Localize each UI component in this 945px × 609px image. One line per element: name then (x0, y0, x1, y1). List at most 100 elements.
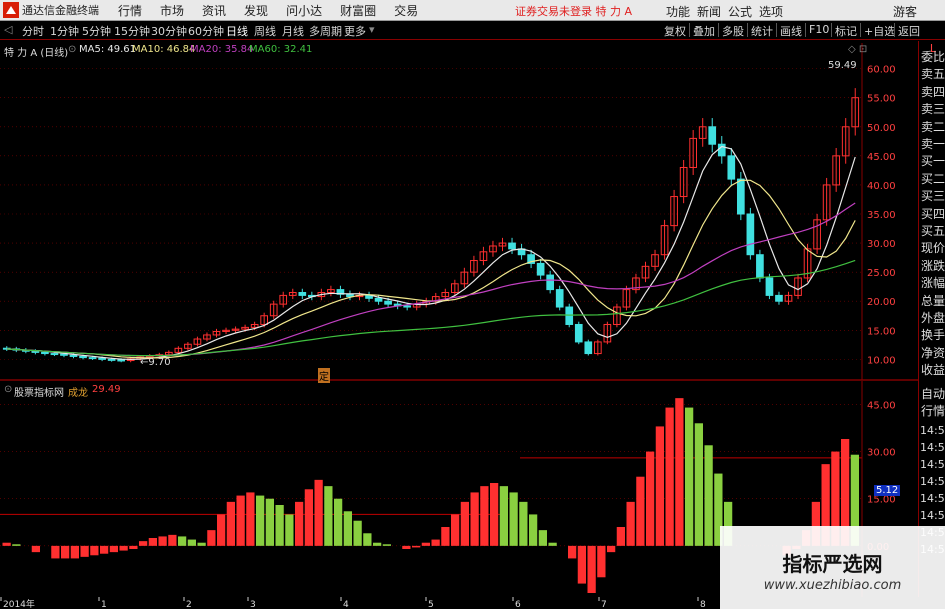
tool-draw-line[interactable]: 画线 (780, 23, 802, 39)
indicator-bar (538, 530, 547, 546)
indicator-bar (402, 545, 411, 549)
watermark-url: www.xuezhibiao.com (763, 578, 902, 593)
indicator-bar (597, 545, 606, 578)
menu-formula[interactable]: 公式 (728, 3, 752, 20)
price-tick-label: 35.00 (867, 210, 896, 221)
side-item-20[interactable]: 行情 (920, 403, 945, 419)
period-1min[interactable]: 1分钟 (50, 23, 79, 39)
menu-options[interactable]: 选项 (759, 3, 783, 20)
price-tick-label: 45.00 (867, 152, 896, 163)
tool-f10[interactable]: F10 (809, 23, 829, 36)
period-weekly[interactable]: 周线 (254, 23, 276, 39)
indicator-bar (470, 492, 479, 546)
panel-expand-icon[interactable]: ◇ ⊡ (848, 44, 867, 55)
side-item-11[interactable]: 现价 (920, 240, 945, 256)
tool-multi-stock[interactable]: 多股 (722, 23, 744, 39)
side-item-6[interactable]: 买一 (920, 153, 945, 169)
side-item-3[interactable]: 卖三 (920, 101, 945, 117)
tool-return[interactable]: 返回 (898, 23, 920, 39)
price-tick-label: 25.00 (867, 268, 896, 279)
side-item-10[interactable]: 买五 (920, 223, 945, 239)
ma-settings-icon[interactable]: ⊙ (68, 44, 76, 55)
trade-time: 14:50 (920, 475, 945, 488)
period-more[interactable]: 更多 (344, 23, 366, 39)
tool-statistics[interactable]: 统计 (751, 23, 773, 39)
indicator-bar (304, 489, 313, 546)
menu-discover[interactable]: 发现 (244, 2, 268, 19)
menu-market[interactable]: 市场 (160, 2, 184, 19)
menu-trade[interactable]: 交易 (394, 2, 418, 19)
side-item-19[interactable]: 自动 (920, 386, 945, 402)
tool-adjust[interactable]: 复权 (664, 23, 686, 39)
candle-body (384, 300, 392, 305)
date-tick-label: 6 (515, 600, 521, 609)
side-item-9[interactable]: 买四 (920, 206, 945, 222)
indicator-bar (704, 445, 713, 546)
candle-body (756, 254, 764, 279)
date-tick-label: 7 (601, 600, 607, 609)
indicator-bar (70, 545, 79, 559)
indicator-bar (178, 536, 187, 546)
indicator-bar (685, 407, 694, 546)
ma10-line (6, 179, 856, 359)
side-item-2[interactable]: 卖四 (920, 84, 945, 100)
guest-login[interactable]: 游客 (893, 3, 917, 20)
trade-time: 14:50 (920, 492, 945, 505)
indicator-bar (226, 501, 235, 546)
period-monthly[interactable]: 月线 (282, 23, 304, 39)
side-item-5[interactable]: 卖一 (920, 136, 945, 152)
side-item-16[interactable]: 换手 (920, 327, 945, 343)
candle-body (88, 357, 97, 360)
menu-functions[interactable]: 功能 (666, 3, 690, 20)
side-item-18[interactable]: 收益 (920, 362, 945, 378)
side-item-17[interactable]: 净资 (920, 345, 945, 361)
login-notice[interactable]: 证券交易未登录 特 力 A (515, 3, 632, 19)
tool-add-watchlist[interactable]: +自选 (864, 23, 895, 39)
menu-headlines[interactable]: 新闻 (697, 3, 721, 20)
menu-news[interactable]: 资讯 (202, 2, 226, 19)
current-value-tag: 5.12 (874, 485, 901, 496)
toolbar-divider (718, 23, 719, 37)
side-item-13[interactable]: 涨幅 (920, 275, 945, 291)
indicator-bar (675, 398, 684, 546)
side-item-1[interactable]: 卖五 (920, 66, 945, 82)
period-intraday[interactable]: 分时 (22, 23, 44, 39)
toolbar-back-icon[interactable]: ◁ (4, 23, 12, 36)
indicator-bar (382, 544, 391, 546)
menu-ask[interactable]: 问小达 (286, 2, 322, 19)
candle-body (117, 359, 126, 362)
tool-overlay[interactable]: 叠加 (693, 23, 715, 39)
side-item-15[interactable]: 外盘 (920, 310, 945, 326)
side-item-12[interactable]: 涨跌 (920, 258, 945, 274)
main-chart-title: 特 力 A (日线) (4, 48, 69, 59)
side-item-8[interactable]: 买三 (920, 188, 945, 204)
candle-body (31, 350, 40, 353)
date-tick-label: 5 (428, 600, 434, 609)
tool-mark[interactable]: 标记 (835, 23, 857, 39)
indicator-bar (353, 520, 362, 546)
menu-market-quotes[interactable]: 行情 (118, 2, 142, 19)
indicator-bar (314, 479, 323, 546)
candle-body (727, 155, 736, 180)
price-chart[interactable]: 60.00 55.00 50.00 45.00 40.00 35.00 30.00 25.00… (0, 41, 945, 381)
period-60min[interactable]: 60分钟 (188, 23, 224, 39)
indicator-bar (187, 539, 196, 546)
more-chevron-icon[interactable]: ▾ (369, 23, 375, 36)
candle-body (508, 242, 516, 250)
indicator-bar (607, 545, 616, 553)
side-item-7[interactable]: 买二 (920, 171, 945, 187)
date-tick-label: 2014年 (3, 598, 35, 609)
menu-wealth-circle[interactable]: 财富圈 (340, 2, 376, 19)
side-item-0[interactable]: 委比 (920, 49, 945, 65)
period-5min[interactable]: 5分钟 (82, 23, 111, 39)
period-multi[interactable]: 多周期 (309, 23, 342, 39)
period-daily[interactable]: 日线 (226, 23, 248, 39)
indicator-bar (2, 542, 11, 546)
indicator-settings-icon[interactable]: ⊙ (4, 384, 12, 395)
candle-body (107, 358, 116, 361)
period-15min[interactable]: 15分钟 (114, 23, 150, 39)
side-item-14[interactable]: 总量 (920, 293, 945, 309)
period-30min[interactable]: 30分钟 (151, 23, 187, 39)
side-item-4[interactable]: 卖二 (920, 119, 945, 135)
indicator-bar (480, 486, 489, 546)
